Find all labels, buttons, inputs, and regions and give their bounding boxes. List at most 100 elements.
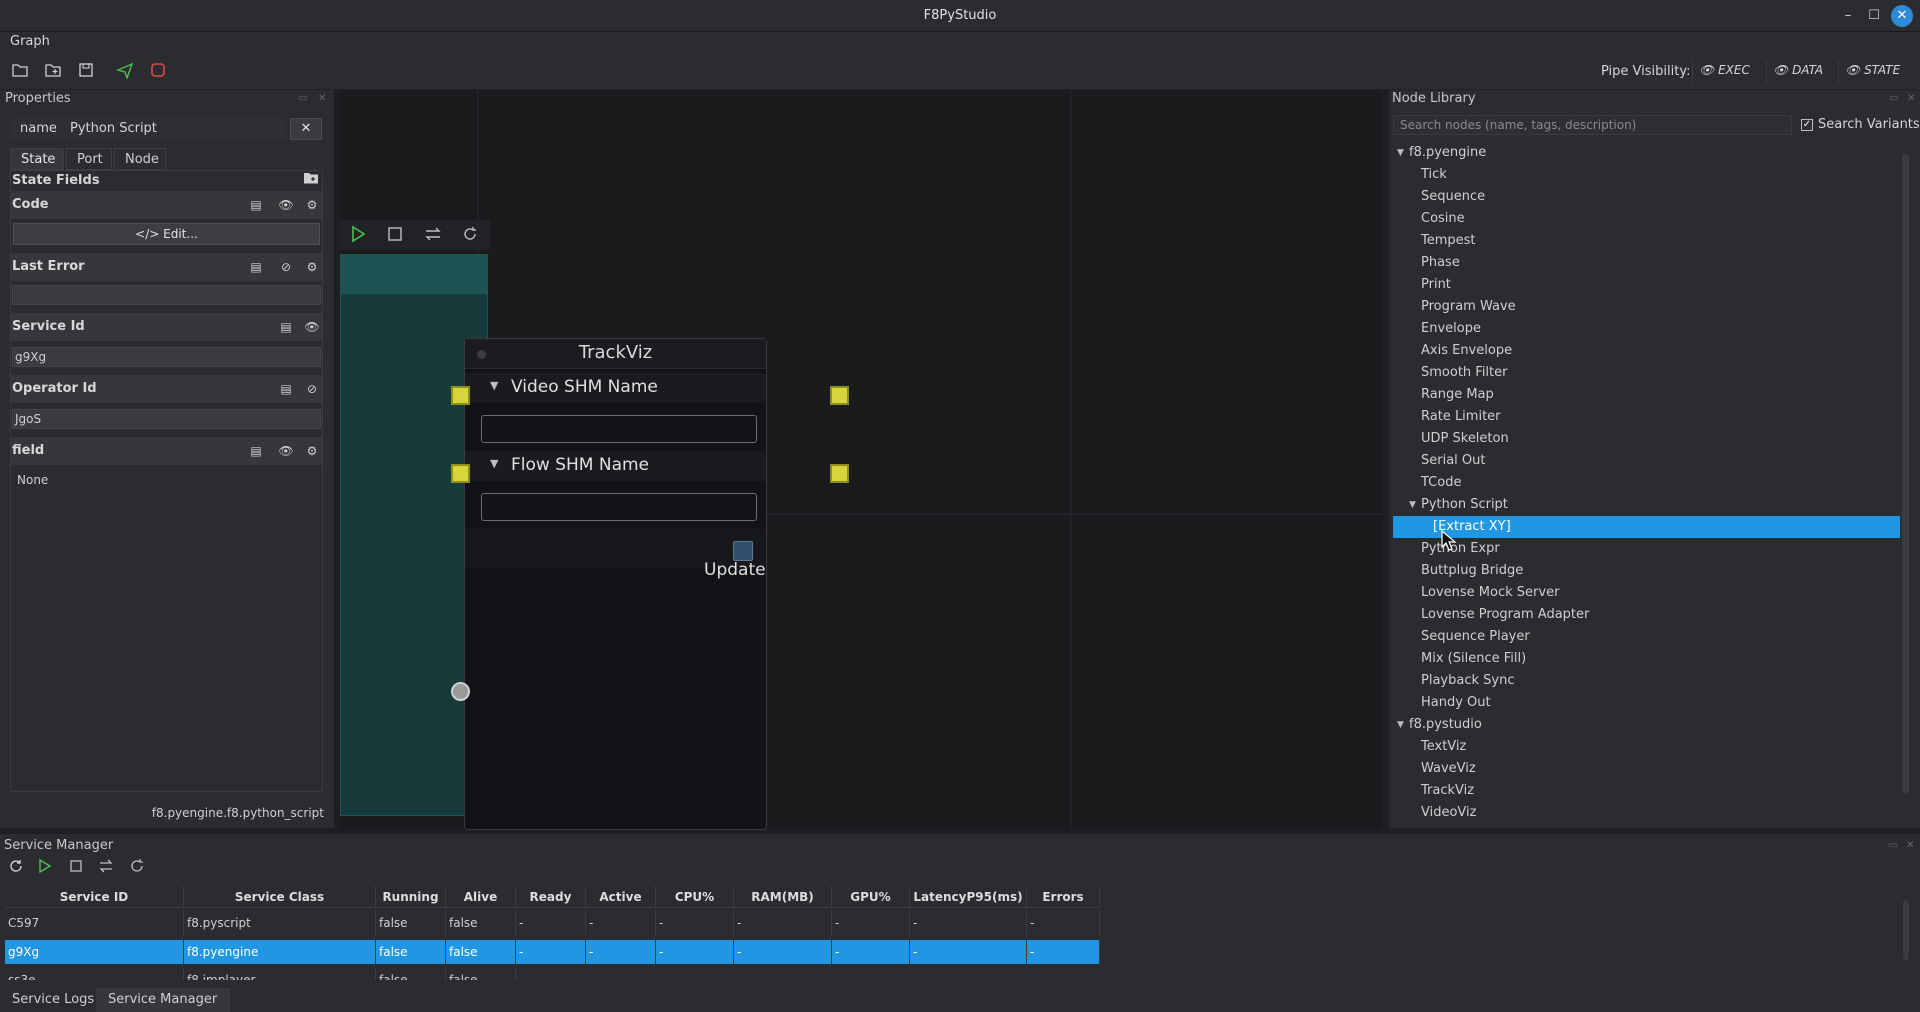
tree-item[interactable]: Range Map: [1393, 384, 1904, 406]
tree-item[interactable]: Serial Out: [1393, 450, 1904, 472]
search-variants-toggle[interactable]: ✓ Search Variants: [1801, 117, 1920, 132]
service-id-value[interactable]: g9Xg: [12, 347, 321, 367]
service-table-scrollbar[interactable]: [1901, 888, 1911, 984]
tree-item[interactable]: Sequence: [1393, 186, 1904, 208]
stop-icon[interactable]: [387, 226, 403, 246]
details-icon[interactable]: ▤: [247, 258, 265, 276]
search-variants-checkbox[interactable]: ✓: [1801, 118, 1813, 131]
details-icon[interactable]: ▤: [277, 318, 295, 336]
state-visibility-toggle[interactable]: 👁︎ STATE: [1838, 59, 1906, 83]
table-row[interactable]: ss3e f8.implayer false false: [5, 968, 1100, 980]
details-icon[interactable]: ▤: [247, 442, 265, 460]
node-library-scrollbar[interactable]: [1900, 144, 1910, 822]
col-latency[interactable]: LatencyP95(ms): [910, 886, 1027, 908]
tree-item[interactable]: Program Wave: [1393, 296, 1904, 318]
table-row-selected[interactable]: g9Xg f8.pyengine false false - - - - - -…: [5, 937, 1100, 967]
new-folder-icon[interactable]: [43, 61, 65, 81]
tab-service-manager[interactable]: Service Manager: [96, 988, 231, 1012]
tree-item[interactable]: Sequence Player: [1393, 626, 1904, 648]
send-icon[interactable]: [115, 61, 137, 81]
tab-service-logs[interactable]: Service Logs: [0, 988, 108, 1012]
col-ready[interactable]: Ready: [516, 886, 586, 908]
col-active[interactable]: Active: [586, 886, 656, 908]
tree-group-f8-pyengine[interactable]: ▼ f8.pyengine: [1393, 142, 1904, 164]
scroll-thumb[interactable]: [1902, 154, 1909, 794]
tree-item[interactable]: Rate Limiter: [1393, 406, 1904, 428]
play-icon[interactable]: [38, 858, 52, 878]
trackviz-node[interactable]: TrackViz ▼ Video SHM Name ▼ Flow SHM Nam…: [464, 338, 767, 830]
tree-item[interactable]: Handy Out: [1393, 692, 1904, 714]
last-error-value[interactable]: [12, 285, 321, 305]
tab-port[interactable]: Port: [66, 148, 112, 170]
chevron-down-icon[interactable]: ▼: [490, 457, 498, 470]
flow-shm-input[interactable]: [481, 493, 757, 521]
tree-item-selected[interactable]: [Extract XY]: [1393, 516, 1904, 538]
flow-shm-output-pin[interactable]: [830, 464, 849, 483]
update-checkbox[interactable]: [733, 541, 753, 561]
graph-canvas[interactable]: TrackViz ▼ Video SHM Name ▼ Flow SHM Nam…: [340, 90, 1382, 830]
tree-item[interactable]: Tempest: [1393, 230, 1904, 252]
minimize-button[interactable]: –: [1838, 6, 1858, 26]
tree-item[interactable]: Phase: [1393, 252, 1904, 274]
refresh-icon[interactable]: [8, 858, 24, 878]
video-shm-input[interactable]: [481, 415, 757, 443]
tree-item[interactable]: VideoViz: [1393, 802, 1904, 824]
tree-subgroup-python-script[interactable]: ▼ Python Script: [1393, 494, 1904, 516]
tree-group-f8-pystudio[interactable]: ▼ f8.pystudio: [1393, 714, 1904, 736]
flow-shm-input-pin[interactable]: [451, 464, 470, 483]
tree-item[interactable]: Playback Sync: [1393, 670, 1904, 692]
tree-item[interactable]: Tick: [1393, 164, 1904, 186]
tree-item[interactable]: Envelope: [1393, 318, 1904, 340]
gear-icon[interactable]: ⚙: [303, 196, 321, 214]
col-service-id[interactable]: Service ID: [5, 886, 184, 908]
dock-float-icon[interactable]: ▭: [1888, 840, 1897, 851]
stop-icon[interactable]: [148, 61, 170, 81]
tree-item[interactable]: Axis Envelope: [1393, 340, 1904, 362]
clear-name-button[interactable]: ✕: [290, 118, 322, 140]
stop-icon[interactable]: [69, 859, 83, 877]
edit-code-button[interactable]: </> Edit...: [13, 223, 320, 245]
col-cpu[interactable]: CPU%: [656, 886, 734, 908]
gear-icon[interactable]: ⚙: [303, 258, 321, 276]
scroll-thumb[interactable]: [1903, 900, 1909, 960]
play-icon[interactable]: [350, 225, 366, 247]
tree-item[interactable]: Lovense Program Adapter: [1393, 604, 1904, 626]
video-shm-output-pin[interactable]: [830, 386, 849, 405]
tree-item[interactable]: Cosine: [1393, 208, 1904, 230]
gear-icon[interactable]: ⚙: [303, 442, 321, 460]
data-visibility-toggle[interactable]: 👁︎ DATA: [1766, 59, 1829, 83]
tab-node[interactable]: Node: [114, 148, 166, 170]
dock-close-icon[interactable]: ✕: [1906, 840, 1914, 851]
tree-item[interactable]: Print: [1393, 274, 1904, 296]
dock-float-icon[interactable]: ▭: [1889, 93, 1898, 104]
tree-item[interactable]: TCode: [1393, 472, 1904, 494]
open-folder-icon[interactable]: [10, 61, 32, 81]
dock-close-icon[interactable]: ✕: [318, 93, 326, 104]
tree-item[interactable]: UDP Skeleton: [1393, 428, 1904, 450]
swap-icon[interactable]: [424, 226, 442, 246]
table-row[interactable]: C597 f8.pyscript false false - - - - - -…: [5, 908, 1100, 938]
col-ram[interactable]: RAM(MB): [734, 886, 832, 908]
exec-pin[interactable]: [451, 682, 470, 701]
col-gpu[interactable]: GPU%: [832, 886, 910, 908]
details-icon[interactable]: ▤: [247, 196, 265, 214]
eye-off-icon[interactable]: ⊘: [303, 380, 321, 398]
node-search-input[interactable]: Search nodes (name, tags, description): [1393, 115, 1792, 135]
col-running[interactable]: Running: [376, 886, 446, 908]
eye-icon[interactable]: 👁︎: [303, 318, 321, 336]
tree-item[interactable]: Lovense Mock Server: [1393, 582, 1904, 604]
close-button[interactable]: ✕: [1891, 5, 1913, 27]
exec-visibility-toggle[interactable]: 👁︎ EXEC: [1692, 59, 1756, 83]
col-service-class[interactable]: Service Class: [184, 886, 376, 908]
swap-icon[interactable]: [98, 859, 114, 877]
tab-state[interactable]: State: [10, 148, 64, 170]
tree-item[interactable]: TextViz: [1393, 736, 1904, 758]
eye-icon[interactable]: 👁︎: [277, 442, 295, 460]
tree-item[interactable]: WaveViz: [1393, 758, 1904, 780]
tree-item[interactable]: Python Expr: [1393, 538, 1904, 560]
col-alive[interactable]: Alive: [446, 886, 516, 908]
maximize-button[interactable]: ☐: [1864, 6, 1884, 26]
menu-graph[interactable]: Graph: [10, 34, 50, 49]
chevron-down-icon[interactable]: ▼: [490, 379, 498, 392]
video-shm-input-pin[interactable]: [451, 386, 470, 405]
